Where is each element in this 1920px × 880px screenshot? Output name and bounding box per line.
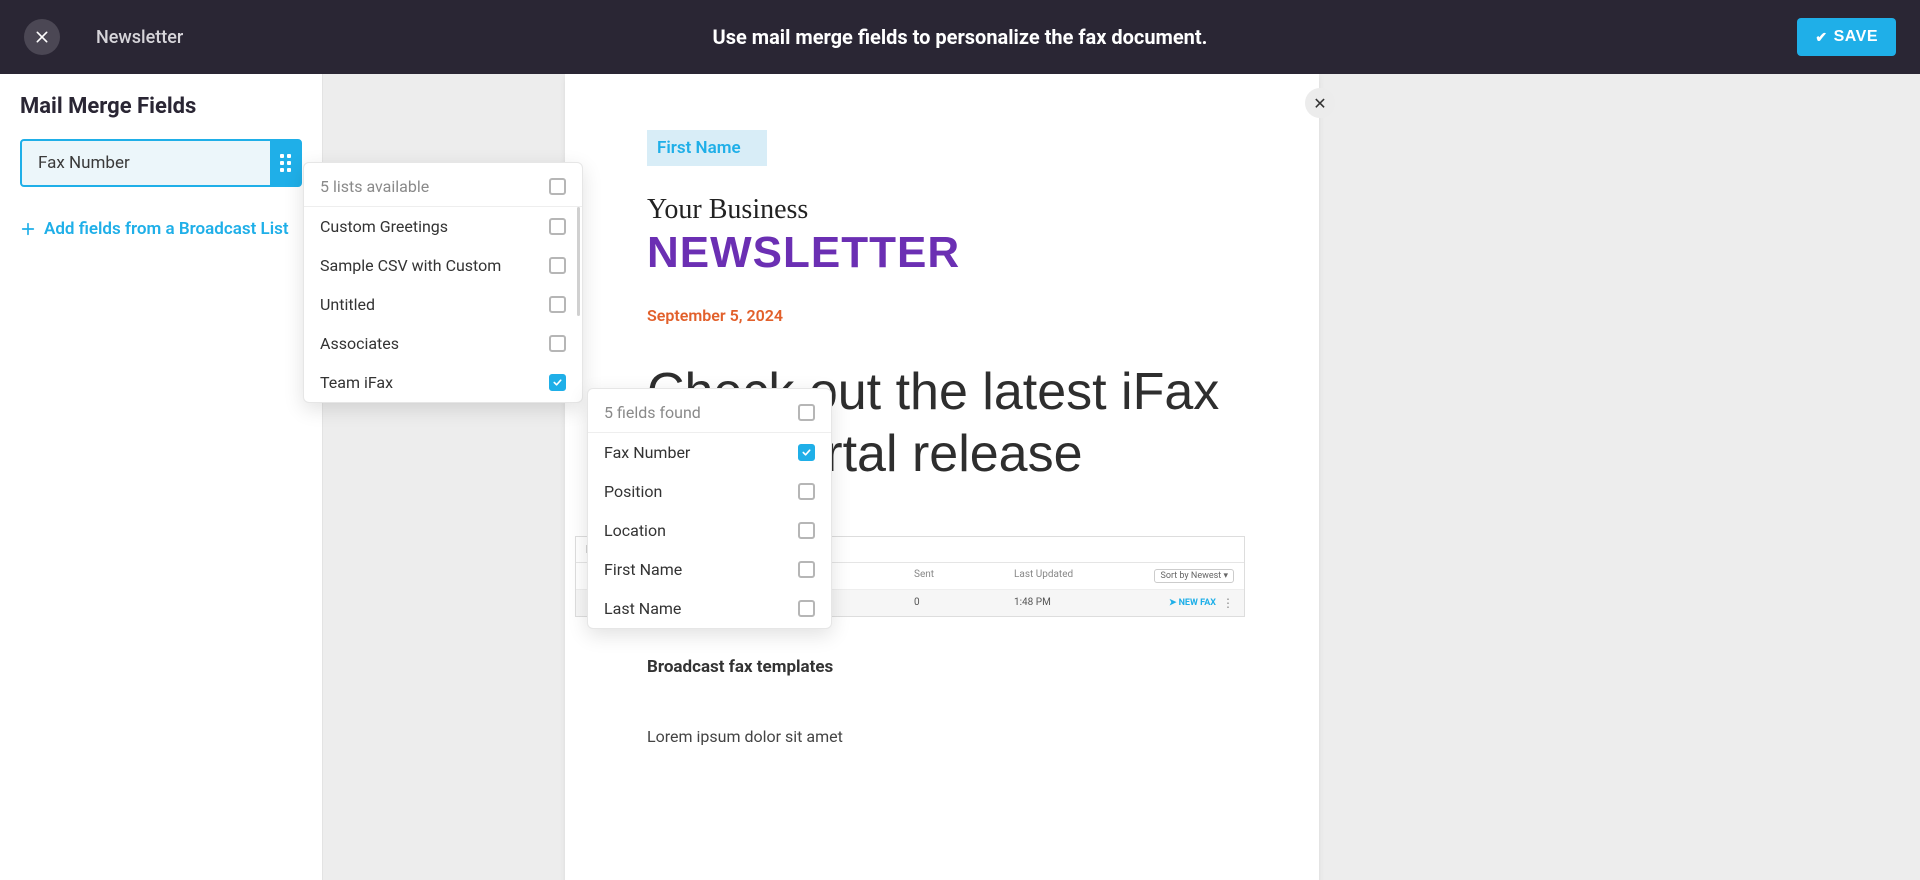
scrollbar[interactable] — [576, 207, 582, 388]
col-updated: Last Updated — [1014, 569, 1114, 583]
merge-field-pill[interactable]: Fax Number — [20, 139, 302, 187]
field-item-checkbox[interactable] — [798, 600, 815, 617]
merge-field-label: Fax Number — [22, 141, 270, 185]
col-sort: Sort by Newest ▾ — [1114, 569, 1234, 583]
list-item-label: Untitled — [320, 295, 375, 314]
drag-handle[interactable] — [270, 141, 300, 185]
col-sent: Sent — [914, 569, 1014, 583]
sort-dropdown[interactable]: Sort by Newest ▾ — [1154, 569, 1234, 583]
list-item-checkbox[interactable] — [549, 374, 566, 391]
field-item[interactable]: First Name — [588, 550, 831, 589]
drag-icon — [280, 154, 291, 172]
list-item[interactable]: Untitled — [304, 285, 582, 324]
kebab-icon[interactable]: ⋮ — [1222, 596, 1234, 610]
field-item-label: First Name — [604, 560, 682, 579]
lists-popover: 5 lists available Custom Greetings Sample… — [303, 162, 583, 403]
save-button[interactable]: ✔ SAVE — [1797, 18, 1896, 56]
list-item[interactable]: Associates — [304, 324, 582, 363]
chevron-down-icon: ▾ — [1223, 571, 1228, 581]
row-updated: 1:48 PM — [1014, 597, 1114, 608]
list-item-label: Associates — [320, 334, 399, 353]
list-item[interactable]: Custom Greetings — [304, 207, 582, 246]
close-button[interactable] — [24, 19, 60, 55]
field-item-checkbox[interactable] — [798, 561, 815, 578]
field-item[interactable]: Last Name — [588, 589, 831, 628]
list-item[interactable]: Team iFax — [304, 363, 582, 402]
merge-tag-firstname[interactable]: First Name — [647, 130, 767, 166]
add-fields-label: Add fields from a Broadcast List — [44, 219, 289, 239]
check-icon: ✔ — [1815, 29, 1827, 46]
field-item-label: Location — [604, 521, 666, 540]
sidebar-heading: Mail Merge Fields — [20, 94, 302, 119]
field-item-checkbox[interactable] — [798, 483, 815, 500]
section-title: Broadcast fax templates — [647, 657, 1237, 677]
list-item-checkbox[interactable] — [549, 257, 566, 274]
list-item-checkbox[interactable] — [549, 296, 566, 313]
close-doc-button[interactable]: ✕ — [1305, 88, 1335, 118]
field-item[interactable]: Position — [588, 472, 831, 511]
field-item-label: Last Name — [604, 599, 681, 618]
cursor-icon: ➤ — [1169, 598, 1177, 608]
field-item-checkbox[interactable] — [798, 444, 815, 461]
list-item-checkbox[interactable] — [549, 218, 566, 235]
sidebar: Mail Merge Fields Fax Number Add fields … — [0, 74, 323, 880]
select-all-fields-checkbox[interactable] — [798, 404, 815, 421]
topbar: Newsletter Use mail merge fields to pers… — [0, 0, 1920, 74]
page-title: Newsletter — [96, 27, 183, 48]
list-item-label: Custom Greetings — [320, 217, 448, 236]
main: Mail Merge Fields Fax Number Add fields … — [0, 74, 1920, 880]
business-name: Your Business — [647, 194, 1237, 226]
newsletter-heading: NEWSLETTER — [647, 228, 1237, 278]
close-icon — [34, 29, 50, 45]
field-item-checkbox[interactable] — [798, 522, 815, 539]
new-fax-button[interactable]: ➤ NEW FAX — [1169, 598, 1216, 608]
plus-icon — [20, 221, 36, 237]
row-sent: 0 — [914, 597, 1014, 608]
list-item-label: Team iFax — [320, 373, 393, 392]
field-item[interactable]: Location — [588, 511, 831, 550]
fields-popover: 5 fields found Fax Number Position Locatio… — [587, 388, 832, 629]
instruction-text: Use mail merge fields to personalize the… — [713, 25, 1208, 49]
lists-popover-header: 5 lists available — [320, 177, 429, 196]
list-item-label: Sample CSV with Custom — [320, 256, 501, 275]
field-item[interactable]: Fax Number — [588, 433, 831, 472]
document-date: September 5, 2024 — [647, 306, 1237, 325]
add-fields-link[interactable]: Add fields from a Broadcast List — [20, 219, 302, 239]
list-item-checkbox[interactable] — [549, 335, 566, 352]
field-item-label: Position — [604, 482, 662, 501]
save-label: SAVE — [1834, 28, 1878, 46]
fields-popover-header: 5 fields found — [604, 403, 701, 422]
list-item[interactable]: Sample CSV with Custom — [304, 246, 582, 285]
close-icon: ✕ — [1313, 94, 1326, 113]
body-text: Lorem ipsum dolor sit amet — [647, 727, 1237, 746]
field-item-label: Fax Number — [604, 443, 690, 462]
select-all-lists-checkbox[interactable] — [549, 178, 566, 195]
